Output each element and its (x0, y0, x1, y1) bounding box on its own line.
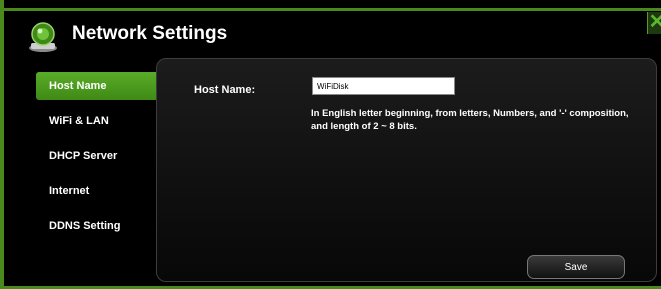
window-top-border (4, 8, 661, 11)
sidebar-item-label: Internet (49, 185, 90, 197)
settings-panel: Host Name: In English letter beginning, … (156, 58, 657, 282)
sidebar-item-label: Host Name (49, 80, 107, 92)
host-name-hint: In English letter beginning, from letter… (311, 108, 629, 132)
page-title: Network Settings (72, 23, 228, 44)
network-monitor-icon (29, 22, 57, 52)
sidebar-item-wifi-lan[interactable]: WiFi & LAN (36, 107, 158, 135)
close-icon[interactable]: ✕ (647, 12, 661, 34)
sidebar-item-host-name[interactable]: Host Name (36, 72, 158, 100)
sidebar-item-label: WiFi & LAN (49, 115, 109, 127)
sidebar-item-internet[interactable]: Internet (36, 177, 158, 205)
sidebar-item-label: DDNS Setting (49, 220, 121, 232)
save-button[interactable]: Save (527, 255, 625, 279)
sidebar: Host Name WiFi & LAN DHCP Server Interne… (36, 72, 158, 247)
host-name-label: Host Name: (194, 84, 256, 96)
sidebar-item-ddns-setting[interactable]: DDNS Setting (36, 212, 158, 240)
sidebar-item-dhcp-server[interactable]: DHCP Server (36, 142, 158, 170)
sidebar-item-label: DHCP Server (49, 150, 118, 162)
host-name-input[interactable] (312, 77, 455, 95)
settings-window: ✕ Network Settings Host Name WiFi & LAN … (0, 0, 661, 289)
